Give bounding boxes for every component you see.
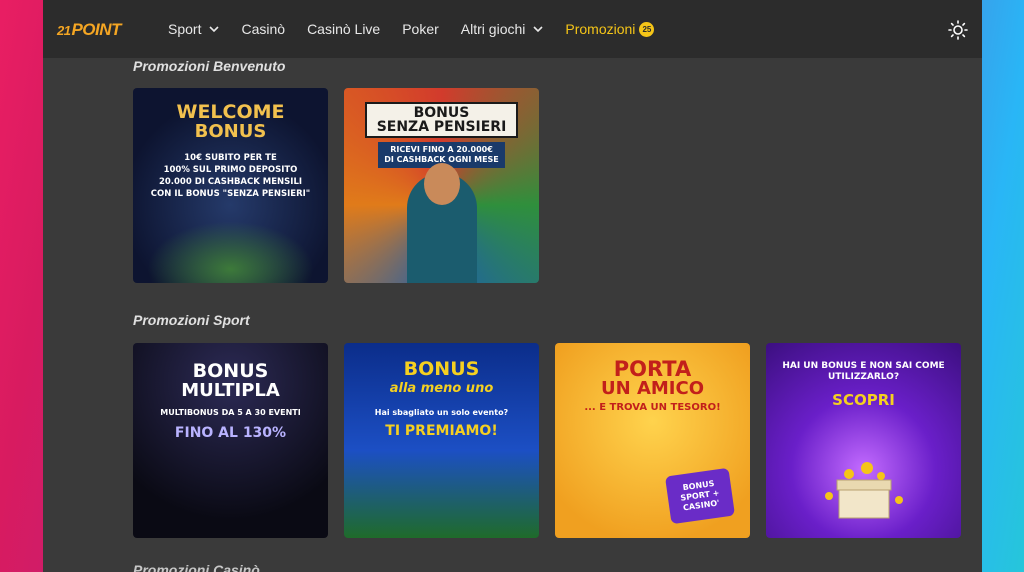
card-subtitle: ... E TROVA UN TESORO! bbox=[584, 402, 721, 413]
card-heading: BONUS SENZA PENSIERI bbox=[364, 102, 519, 138]
card-details: 10€ SUBITO PER TE 100% SUL PRIMO DEPOSIT… bbox=[151, 152, 310, 200]
card-heading: BONUS bbox=[194, 121, 267, 142]
top-navigation-bar: 21 POINT Sport Casinò Casinò Live Poker … bbox=[43, 0, 982, 58]
nav-item-casino-live[interactable]: Casinò Live bbox=[307, 21, 380, 37]
nav-item-sport[interactable]: Sport bbox=[168, 21, 220, 37]
section-title-sport: Promozioni Sport bbox=[133, 312, 250, 328]
card-line: CON IL BONUS "SENZA PENSIERI" bbox=[150, 189, 311, 199]
card-line: 10€ SUBITO PER TE bbox=[184, 153, 277, 163]
logo-text: POINT bbox=[71, 20, 121, 39]
card-artwork bbox=[406, 163, 477, 283]
card-heading-line: SENZA PENSIERI bbox=[376, 119, 507, 135]
main-nav: Sport Casinò Casinò Live Poker Altri gio… bbox=[168, 0, 676, 58]
card-line: 100% SUL PRIMO DEPOSITO bbox=[163, 165, 298, 175]
sun-icon[interactable] bbox=[948, 20, 968, 40]
card-highlight: SCOPRI bbox=[832, 391, 895, 409]
card-heading: MULTIPLA bbox=[181, 380, 280, 401]
bonus-sticker: BONUS SPORT + CASINO' bbox=[664, 467, 736, 525]
nav-item-label: Poker bbox=[402, 21, 439, 37]
card-subtitle: MULTIBONUS DA 5 A 30 EVENTI bbox=[160, 408, 301, 417]
nav-item-promozioni[interactable]: Promozioni 25 bbox=[565, 21, 655, 37]
section-title-benvenuto: Promozioni Benvenuto bbox=[133, 58, 286, 74]
chevron-down-icon bbox=[209, 26, 220, 33]
card-heading: PORTA bbox=[613, 357, 692, 381]
promotions-count-badge: 25 bbox=[639, 21, 655, 37]
promo-card-welcome-bonus[interactable]: WELCOME BONUS 10€ SUBITO PER TE 100% SUL… bbox=[133, 88, 328, 283]
nav-item-label: Promozioni bbox=[565, 21, 636, 37]
promo-card-porta-un-amico[interactable]: PORTA UN AMICO ... E TROVA UN TESORO! BO… bbox=[555, 343, 750, 538]
card-artwork bbox=[344, 468, 539, 538]
card-subtitle: Hai sbagliato un solo evento? bbox=[374, 408, 509, 417]
section-title-casino: Promozioni Casinò bbox=[133, 562, 260, 572]
logo-number: 21 bbox=[57, 22, 71, 38]
promo-card-senza-pensieri[interactable]: BONUS SENZA PENSIERI RICEVI FINO A 20.00… bbox=[344, 88, 539, 283]
character-head bbox=[423, 163, 460, 205]
card-heading: BONUS bbox=[192, 360, 269, 382]
card-subtitle: HAI UN BONUS E NON SAI COME UTILIZZARLO? bbox=[782, 361, 945, 382]
treasure-chest-icon bbox=[824, 462, 903, 519]
card-line: RICEVI FINO A 20.000€ bbox=[390, 145, 493, 154]
card-line: 20.000 DI CASHBACK MENSILI bbox=[158, 177, 303, 187]
nav-item-label: Casinò Live bbox=[307, 21, 381, 37]
promo-card-bonus-meno-uno[interactable]: BONUS alla meno uno Hai sbagliato un sol… bbox=[344, 343, 539, 538]
nav-item-poker[interactable]: Poker bbox=[402, 21, 439, 37]
card-heading-line: BONUS bbox=[413, 105, 470, 121]
nav-item-label: Altri giochi bbox=[460, 21, 526, 37]
brand-logo[interactable]: 21 POINT bbox=[57, 18, 127, 42]
card-heading: BONUS bbox=[403, 358, 480, 380]
browser-window: 21 POINT Sport Casinò Casinò Live Poker … bbox=[43, 0, 982, 572]
card-heading: alla meno uno bbox=[389, 381, 494, 396]
promo-card-scopri[interactable]: HAI UN BONUS E NON SAI COME UTILIZZARLO?… bbox=[766, 343, 961, 538]
promo-card-bonus-multipla[interactable]: BONUS MULTIPLA MULTIBONUS DA 5 A 30 EVEN… bbox=[133, 343, 328, 538]
card-artwork bbox=[133, 468, 328, 538]
card-artwork bbox=[133, 213, 328, 283]
chevron-down-icon bbox=[533, 26, 543, 33]
card-heading: UN AMICO bbox=[601, 378, 704, 399]
card-highlight: TI PREMIAMO! bbox=[385, 423, 498, 439]
card-heading: WELCOME bbox=[176, 101, 285, 123]
card-highlight: FINO AL 130% bbox=[174, 425, 287, 441]
nav-item-label: Casinò bbox=[241, 21, 286, 37]
nav-item-label: Sport bbox=[168, 21, 202, 37]
nav-item-altri-giochi[interactable]: Altri giochi bbox=[461, 21, 544, 37]
nav-item-casino[interactable]: Casinò bbox=[241, 21, 285, 37]
